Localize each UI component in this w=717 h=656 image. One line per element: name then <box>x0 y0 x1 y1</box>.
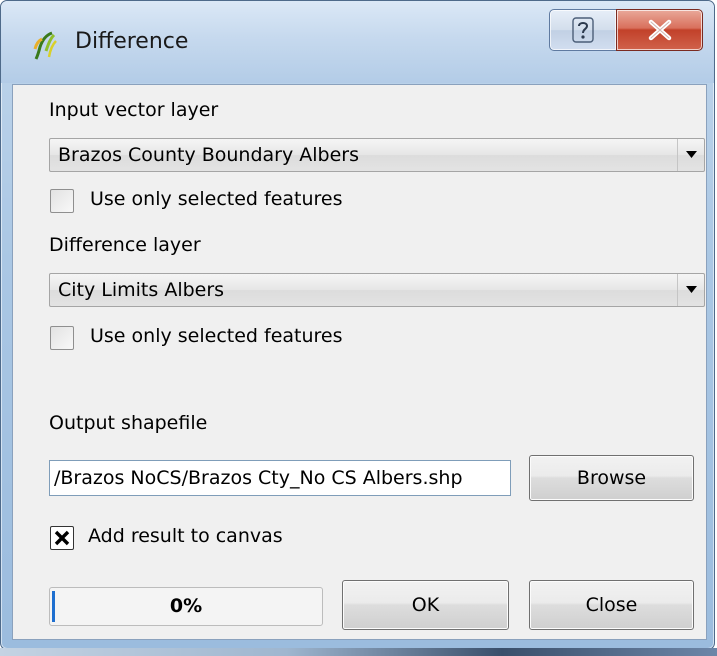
dialog-window: Difference Input vector layer Brazos Cou… <box>0 0 715 650</box>
dropdown-arrow[interactable] <box>677 139 704 171</box>
window-close-button[interactable] <box>616 9 703 51</box>
help-button[interactable] <box>549 9 617 51</box>
input-layer-label: Input vector layer <box>49 99 219 121</box>
ok-button[interactable]: OK <box>342 580 509 630</box>
close-icon <box>648 19 671 41</box>
chevron-down-icon <box>686 151 697 158</box>
dialog-body: Input vector layer Brazos County Boundar… <box>12 84 707 640</box>
input-layer-value: Brazos County Boundary Albers <box>58 144 360 166</box>
difference-selected-only-label: Use only selected features <box>90 325 343 347</box>
qgis-icon <box>32 31 60 61</box>
difference-selected-only-checkbox[interactable] <box>50 326 74 350</box>
window-title: Difference <box>75 29 189 54</box>
progress-text: 0% <box>169 595 203 617</box>
title-bar[interactable]: Difference <box>1 1 714 83</box>
checkmark-x-icon <box>54 530 70 546</box>
help-icon <box>572 17 594 43</box>
add-to-canvas-checkbox[interactable] <box>50 526 74 550</box>
difference-layer-combo[interactable]: City Limits Albers <box>49 273 705 307</box>
input-selected-only-checkbox[interactable] <box>50 189 74 213</box>
desktop-background-strip <box>0 648 717 656</box>
output-shapefile-label: Output shapefile <box>49 412 208 434</box>
browse-button[interactable]: Browse <box>529 455 694 501</box>
output-path-input[interactable]: /Brazos NoCS/Brazos Cty_No CS Albers.shp <box>49 460 511 496</box>
difference-layer-value: City Limits Albers <box>58 279 225 301</box>
add-to-canvas-label: Add result to canvas <box>88 525 283 547</box>
chevron-down-icon <box>686 286 697 293</box>
difference-layer-label: Difference layer <box>49 234 201 256</box>
input-layer-combo[interactable]: Brazos County Boundary Albers <box>49 138 705 172</box>
input-selected-only-label: Use only selected features <box>90 188 343 210</box>
dropdown-arrow[interactable] <box>677 274 704 306</box>
progress-bar: 0% <box>49 587 323 626</box>
close-button[interactable]: Close <box>529 580 694 630</box>
